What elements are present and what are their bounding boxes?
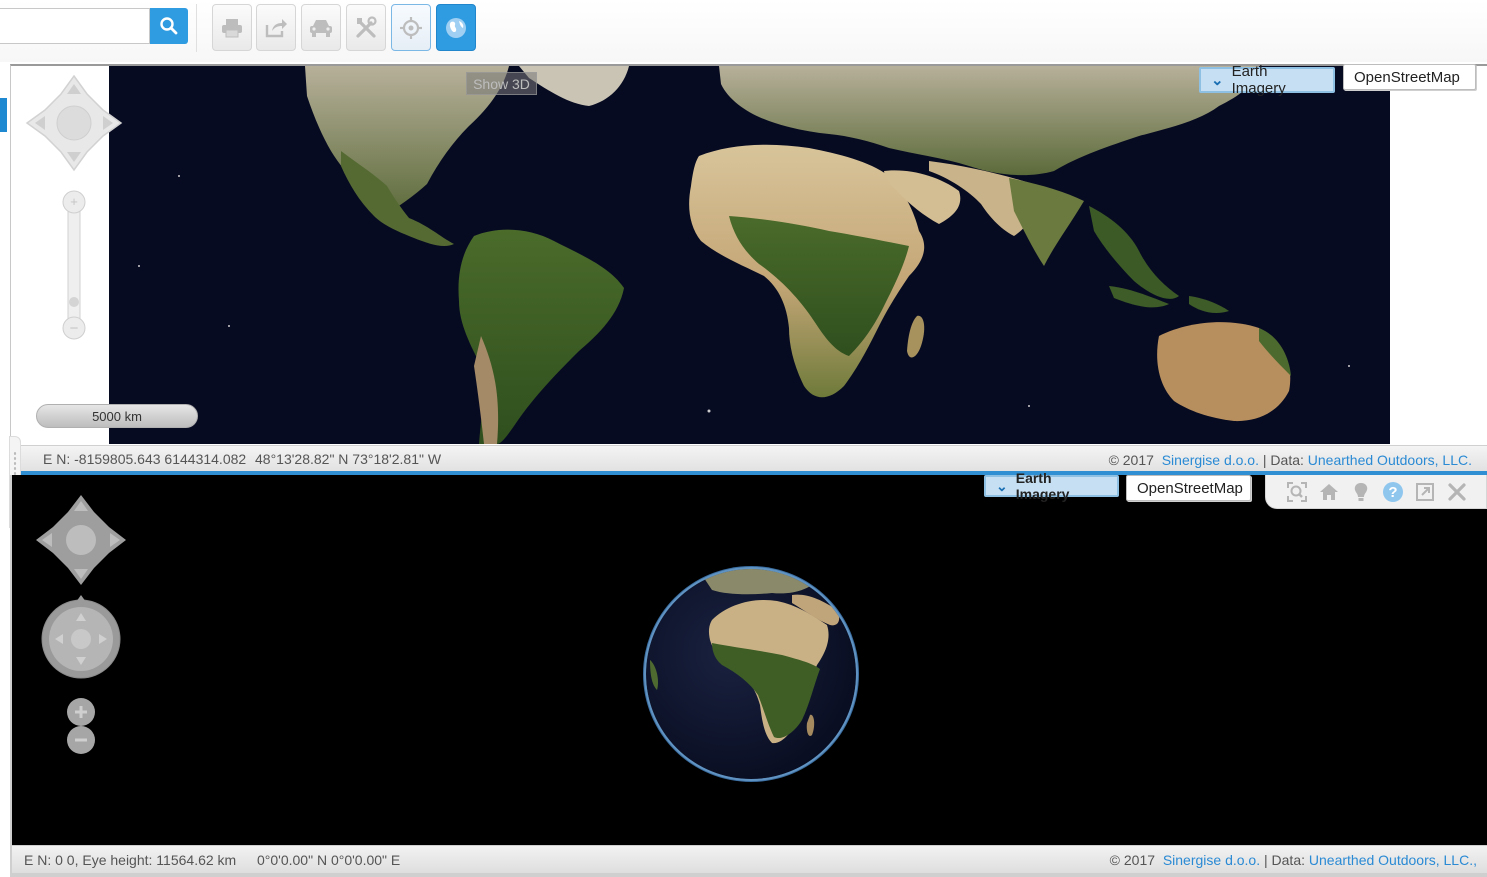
- svg-text:+: +: [70, 194, 78, 209]
- hint-button[interactable]: [1350, 481, 1372, 503]
- eye-coordinates: E N: 0 0, Eye height: 11564.62 km: [24, 852, 237, 868]
- bulb-icon: [1354, 482, 1368, 501]
- copyright-text: © 2017: [1108, 452, 1154, 468]
- data-label: | Data:: [1264, 852, 1305, 868]
- unearthed-link[interactable]: Unearthed Outdoors, LLC.,: [1309, 852, 1477, 868]
- share-button[interactable]: [256, 4, 296, 51]
- pan-control-3d[interactable]: [34, 493, 128, 592]
- help-icon: ?: [1383, 481, 1403, 502]
- home-icon: [1320, 483, 1338, 500]
- scale-bar: 5000 km: [36, 404, 198, 428]
- layer-label: OpenStreetMap: [1137, 479, 1243, 497]
- car-icon: [310, 19, 332, 37]
- close-icon: [1448, 482, 1466, 501]
- layer-label: Earth Imagery: [1231, 63, 1286, 97]
- layer-earth-imagery-3d[interactable]: ⌄ Earth Imagery: [984, 470, 1119, 502]
- pan-arrows-icon: [25, 74, 123, 172]
- layer-label: Earth Imagery: [1015, 470, 1070, 502]
- route-button[interactable]: [301, 4, 341, 51]
- zoom-out-3d-button[interactable]: [65, 725, 97, 760]
- top-toolbar: [0, 0, 1487, 62]
- zoom-slider-2d[interactable]: + −: [61, 188, 87, 342]
- search-input[interactable]: [0, 8, 150, 44]
- sinergise-link[interactable]: Sinergise d.o.o.: [1163, 852, 1260, 868]
- chevron-down-icon: ⌄: [1211, 72, 1224, 89]
- plus-icon: [67, 698, 95, 726]
- status-bar-2d: E N: -8159805.643 6144314.082 48°13'28.8…: [11, 445, 1487, 472]
- help-button[interactable]: ?: [1382, 481, 1404, 503]
- globe-toolbar: ?: [1265, 475, 1487, 509]
- layer-openstreetmap-3d[interactable]: OpenStreetMap: [1126, 475, 1251, 501]
- pan-control-2d[interactable]: [25, 74, 123, 177]
- minus-icon: [67, 726, 95, 754]
- chevron-down-icon: ⌄: [996, 477, 1008, 494]
- data-label: | Data:: [1262, 452, 1304, 468]
- world-imagery: [109, 66, 1390, 444]
- locate-button[interactable]: [391, 4, 431, 51]
- geo-coordinates: 48°13'28.82" N 73°18'2.81" W: [255, 451, 442, 467]
- search-button[interactable]: [150, 8, 188, 44]
- svg-text:−: −: [70, 320, 79, 337]
- copyright-text: © 2017: [1109, 852, 1156, 868]
- layer-earth-imagery-2d[interactable]: ⌄ Earth Imagery: [1199, 63, 1335, 97]
- attribution: © 2017 Sinergise d.o.o. | Data: Unearthe…: [1109, 452, 1472, 468]
- globe-3d-panel[interactable]: ⌄ Earth Imagery OpenStreetMap: [12, 470, 1487, 845]
- panel-side-tab[interactable]: [0, 98, 7, 132]
- globe-button[interactable]: [436, 4, 476, 51]
- sinergise-link[interactable]: Sinergise d.o.o.: [1162, 452, 1259, 468]
- fullscreen-icon: [1416, 482, 1434, 501]
- rotate-control-3d[interactable]: [40, 595, 122, 684]
- layer-openstreetmap-2d[interactable]: OpenStreetMap: [1343, 64, 1476, 90]
- svg-text:?: ?: [1388, 484, 1397, 501]
- toolbar-separator: [196, 4, 197, 52]
- map-2d-panel[interactable]: + − 5000 km Show 3D ⌄ Earth Imagery Open…: [0, 63, 1487, 472]
- tools-button[interactable]: [346, 4, 386, 51]
- pan-arrows-icon: [36, 495, 126, 585]
- close-button[interactable]: [1446, 481, 1468, 503]
- show-3d-tooltip: Show 3D: [466, 72, 537, 95]
- home-button[interactable]: [1318, 481, 1340, 503]
- bottom-border: [10, 873, 1487, 877]
- fullscreen-button[interactable]: [1414, 481, 1436, 503]
- zoom-extent-button[interactable]: [1286, 481, 1308, 503]
- target-icon: [400, 16, 422, 39]
- printer-icon: [222, 18, 242, 37]
- zoom-thumb[interactable]: [69, 297, 79, 307]
- print-button[interactable]: [212, 4, 252, 51]
- attribution: © 2017 Sinergise d.o.o. | Data: Unearthe…: [1110, 852, 1477, 868]
- projected-coordinates: E N: -8159805.643 6144314.082: [43, 451, 247, 467]
- status-bar-3d: E N: 0 0, Eye height: 11564.62 km 0°0'0.…: [12, 845, 1487, 873]
- map-2d-imagery[interactable]: [109, 66, 1390, 444]
- geo-coordinates: 0°0'0.00" N 0°0'0.00" E: [257, 852, 401, 868]
- rotate-icon: [41, 595, 121, 679]
- globe-icon: [446, 17, 466, 38]
- zoom-extent-icon: [1287, 481, 1307, 502]
- tools-icon: [356, 15, 377, 38]
- layer-label: OpenStreetMap: [1354, 68, 1460, 86]
- search-icon: [160, 17, 178, 35]
- share-icon: [265, 18, 287, 37]
- globe-view[interactable]: [642, 565, 860, 783]
- unearthed-link[interactable]: Unearthed Outdoors, LLC.: [1308, 452, 1472, 468]
